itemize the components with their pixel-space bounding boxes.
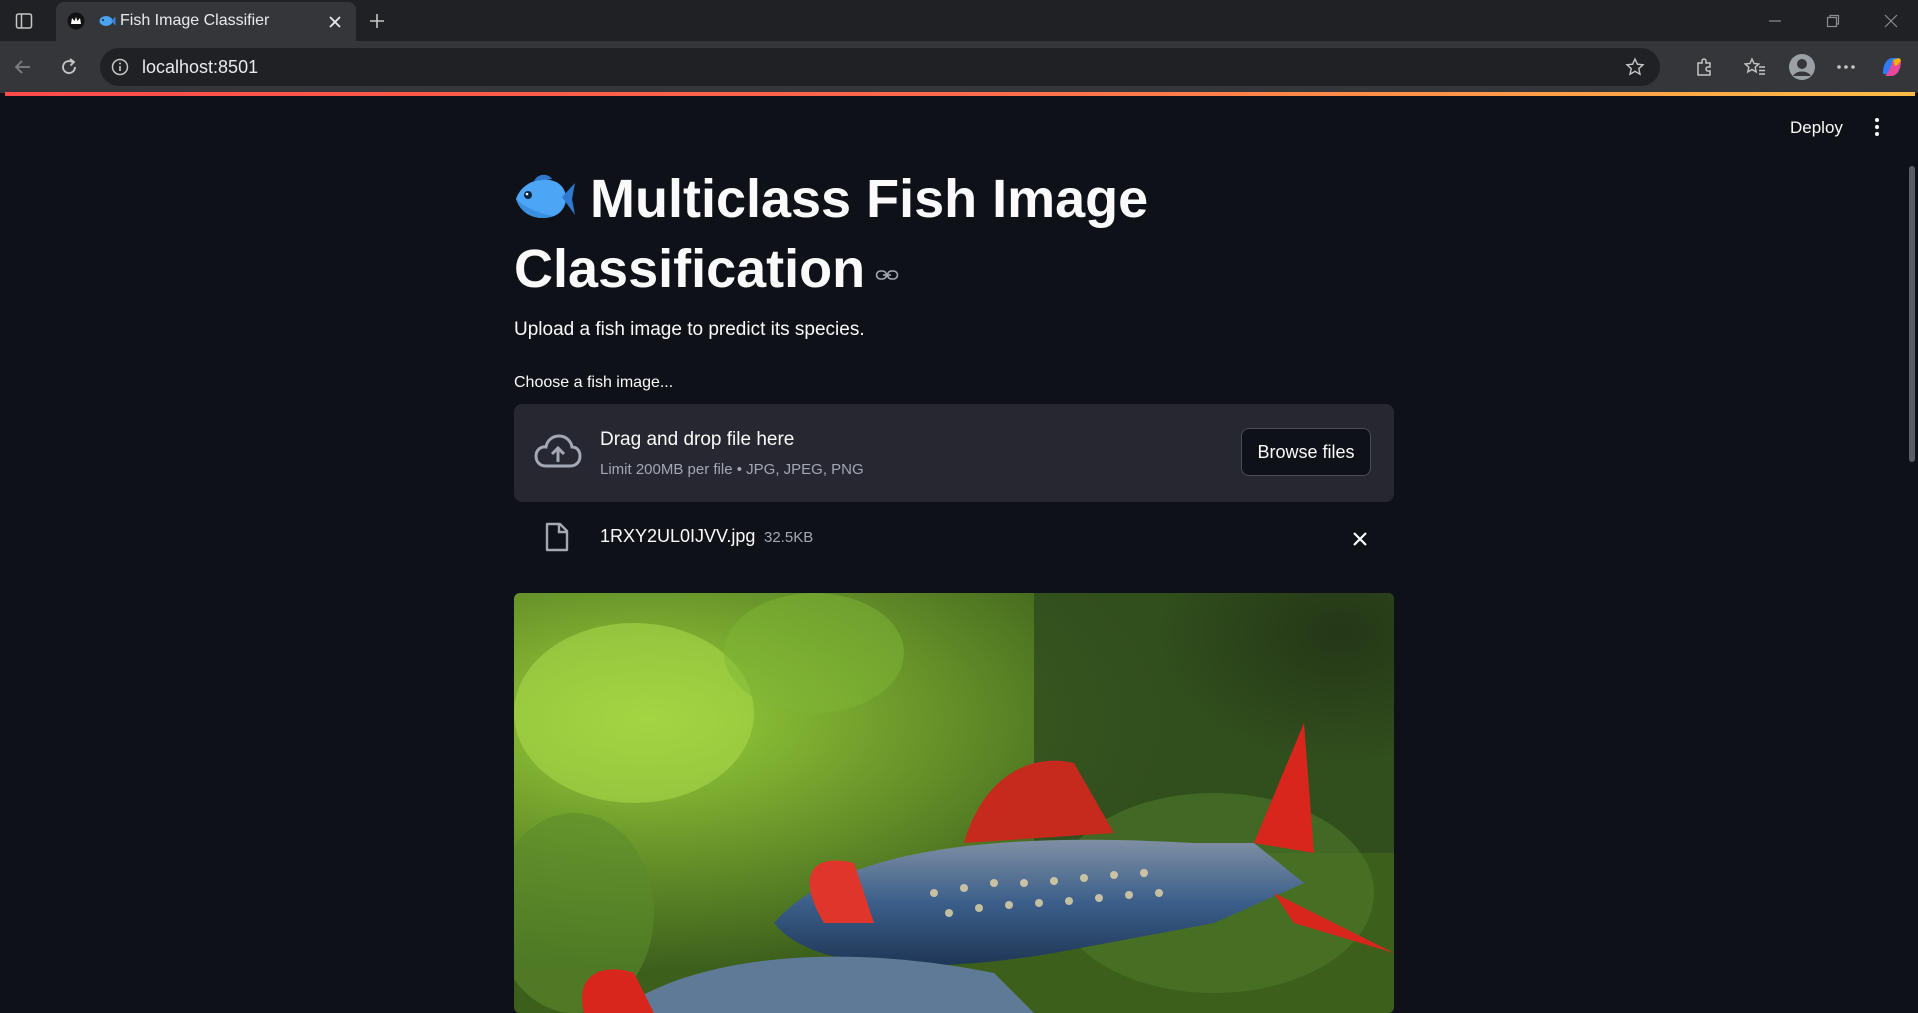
- uploaded-file-row: 1RXY2UL0IJVV.jpg 32.5KB: [514, 514, 1394, 564]
- profile-icon[interactable]: [1787, 52, 1817, 82]
- uploaded-file-name: 1RXY2UL0IJVV.jpg: [600, 526, 756, 546]
- page-scrollbar[interactable]: [1909, 166, 1915, 462]
- file-icon: [544, 522, 570, 552]
- star-icon[interactable]: [1624, 56, 1646, 78]
- uploaded-file-size: 32.5KB: [764, 529, 814, 546]
- restore-icon[interactable]: [1820, 8, 1846, 34]
- browser-titlebar: Fish Image Classifier: [0, 0, 1918, 41]
- page-subtitle: Upload a fish image to predict its speci…: [514, 319, 865, 340]
- minimize-icon[interactable]: [1762, 8, 1788, 34]
- fish-emoji-icon: [514, 171, 576, 223]
- app-container: Deploy Multiclass Fish Image Classificat…: [5, 96, 1915, 1013]
- info-icon[interactable]: [110, 57, 130, 77]
- dropzone-limit-text: Limit 200MB per file • JPG, JPEG, PNG: [600, 461, 864, 478]
- app-menu-icon[interactable]: [1867, 116, 1887, 138]
- page-title: Multiclass Fish Image Classification: [514, 166, 1394, 302]
- file-dropzone[interactable]: Drag and drop file here Limit 200MB per …: [514, 404, 1394, 502]
- uploader-label: Choose a fish image...: [514, 374, 674, 391]
- back-arrow-icon[interactable]: [10, 54, 36, 80]
- browser-toolbar: localhost:8501: [0, 41, 1918, 93]
- browse-files-button[interactable]: Browse files: [1241, 428, 1371, 476]
- more-icon[interactable]: [1833, 54, 1859, 80]
- tab-title: Fish Image Classifier: [120, 12, 270, 29]
- dropzone-title: Drag and drop file here: [600, 429, 795, 450]
- deploy-button[interactable]: Deploy: [1790, 118, 1843, 138]
- reload-icon[interactable]: [56, 54, 82, 80]
- address-bar[interactable]: localhost:8501: [100, 48, 1660, 86]
- browser-tab[interactable]: Fish Image Classifier: [56, 2, 356, 41]
- app-crown-icon: [66, 11, 86, 31]
- extensions-icon[interactable]: [1691, 54, 1717, 80]
- url-text[interactable]: localhost:8501: [142, 57, 258, 78]
- uploaded-fish-image: [514, 593, 1394, 1013]
- fish-favicon-icon: [98, 12, 116, 30]
- page-title-text: Multiclass Fish Image Classification: [514, 169, 1149, 299]
- copilot-icon[interactable]: [1879, 54, 1905, 80]
- remove-file-icon[interactable]: [1347, 526, 1373, 552]
- close-icon[interactable]: [324, 11, 346, 33]
- plus-icon[interactable]: [364, 8, 390, 34]
- link-anchor-icon[interactable]: [875, 232, 899, 280]
- sidebar-toggle-icon[interactable]: [13, 10, 35, 32]
- favorites-icon[interactable]: [1742, 54, 1768, 80]
- cloud-upload-icon: [534, 434, 582, 470]
- window-close-icon[interactable]: [1878, 8, 1904, 34]
